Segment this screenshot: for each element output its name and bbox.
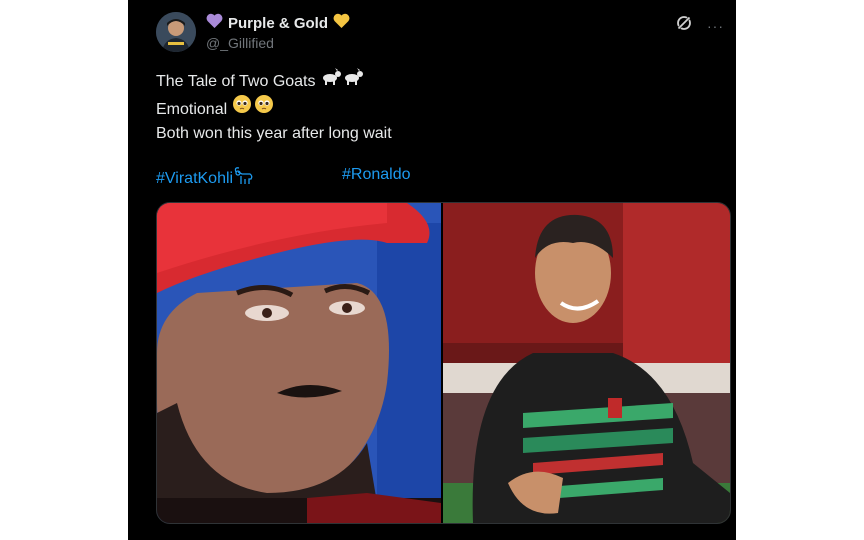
tweet-text: The Tale of Two Goats Emotional Both won… <box>156 68 392 146</box>
grok-icon[interactable] <box>675 14 693 37</box>
text-line-3: Both won this year after long wait <box>156 125 392 142</box>
hashtag-viratkohli[interactable]: #ViratKohli <box>156 166 255 191</box>
author-name[interactable]: Purple & Gold <box>228 15 328 32</box>
author-handle[interactable]: @_Gillified <box>206 35 274 51</box>
right-photo[interactable] <box>443 203 730 523</box>
media-grid[interactable] <box>156 202 731 524</box>
goat-icon <box>233 166 255 191</box>
more-icon[interactable]: ··· <box>707 18 724 34</box>
author-row: Purple & Gold <box>206 12 350 34</box>
left-photo[interactable] <box>157 203 441 523</box>
goat-icon <box>320 68 364 90</box>
text-line-2: Emotional <box>156 94 392 122</box>
purple-heart-icon <box>206 13 223 34</box>
text-line-1: The Tale of Two Goats <box>156 68 392 94</box>
pleading-face-icon <box>232 95 276 118</box>
hashtag-ronaldo[interactable]: #Ronaldo <box>342 166 411 184</box>
yellow-heart-icon <box>333 13 350 34</box>
top-right-actions: ··· <box>675 14 724 37</box>
tweet-card: Purple & Gold @_Gillified ··· The Tale o… <box>128 0 736 540</box>
avatar[interactable] <box>156 12 196 52</box>
